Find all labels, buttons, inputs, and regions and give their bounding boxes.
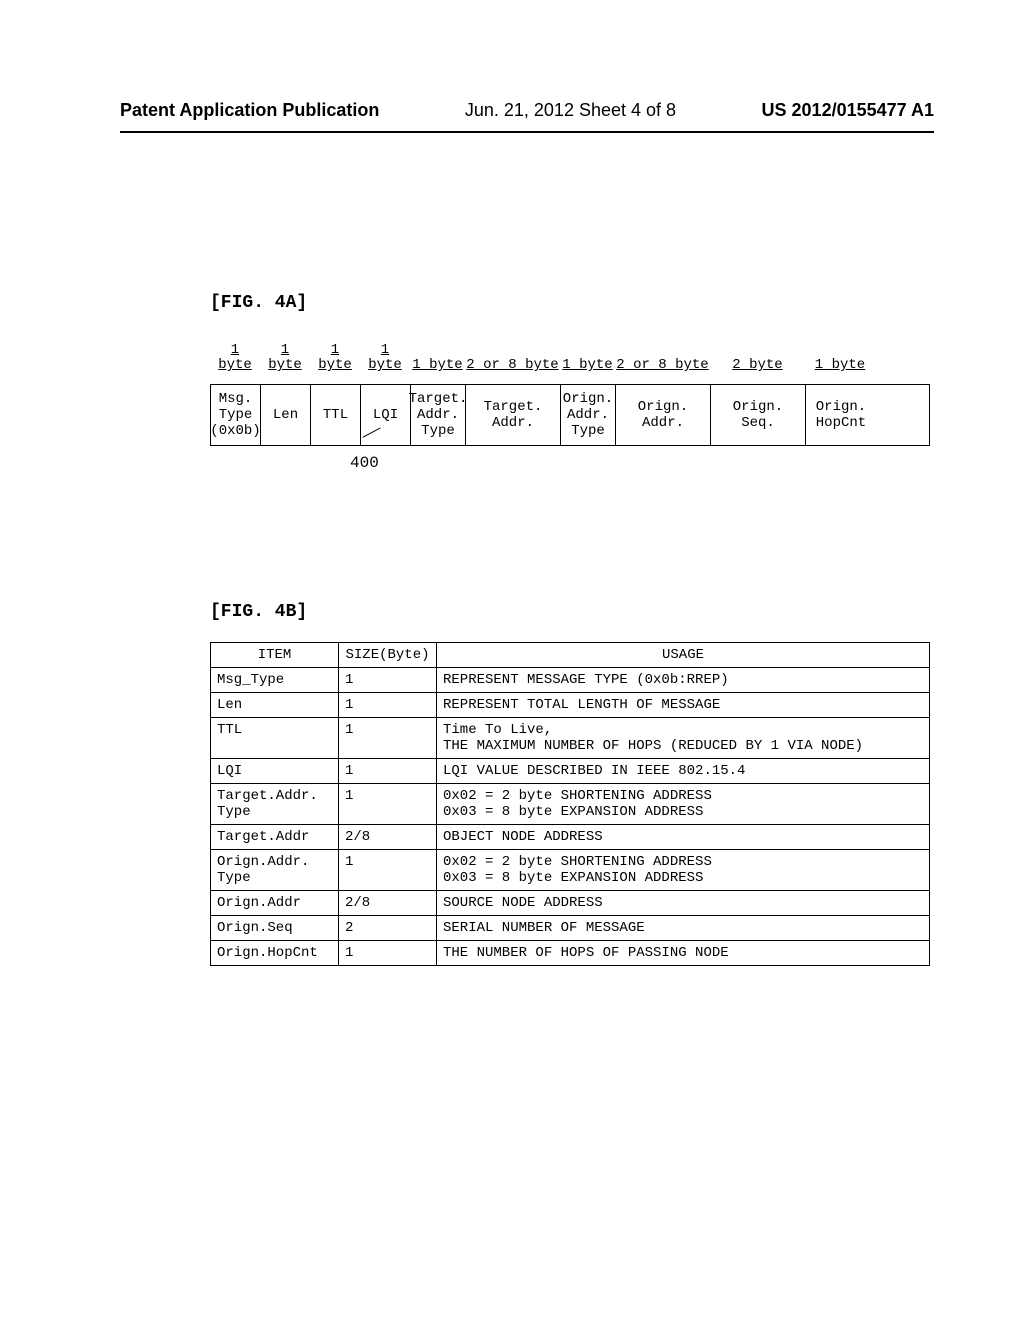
th-size: SIZE(Byte) xyxy=(339,642,437,667)
fig-4a-reference-number: 400 xyxy=(350,454,930,472)
byte-width-7: 2 or 8 byte xyxy=(615,358,710,373)
cell-item: Len xyxy=(211,692,339,717)
cell-item: Orign.HopCnt xyxy=(211,940,339,965)
table-row: Target.Addr. Type10x02 = 2 byte SHORTENI… xyxy=(211,783,930,824)
byte-width-0: 1 byte xyxy=(210,343,260,374)
cell-size: 2/8 xyxy=(339,890,437,915)
cell-size: 1 xyxy=(339,758,437,783)
cell-usage: 0x02 = 2 byte SHORTENING ADDRESS 0x03 = … xyxy=(437,849,930,890)
table-row: Orign.Addr2/8SOURCE NODE ADDRESS xyxy=(211,890,930,915)
cell-item: Target.Addr. Type xyxy=(211,783,339,824)
field-target-addr-type: Target. Addr. Type xyxy=(411,385,466,445)
table-header-row: ITEM SIZE(Byte) USAGE xyxy=(211,642,930,667)
header-center: Jun. 21, 2012 Sheet 4 of 8 xyxy=(379,100,761,121)
cell-usage: Time To Live, THE MAXIMUM NUMBER OF HOPS… xyxy=(437,717,930,758)
spacer xyxy=(210,374,930,384)
table-row: Target.Addr2/8OBJECT NODE ADDRESS xyxy=(211,824,930,849)
cell-usage: SOURCE NODE ADDRESS xyxy=(437,890,930,915)
fig-4b-table: ITEM SIZE(Byte) USAGE Msg_Type1REPRESENT… xyxy=(210,642,930,966)
fig-4b: [FIG. 4B] ITEM SIZE(Byte) USAGE Msg_Type… xyxy=(120,602,934,966)
table-row: LQI1LQI VALUE DESCRIBED IN IEEE 802.15.4 xyxy=(211,758,930,783)
cell-size: 2/8 xyxy=(339,824,437,849)
cell-usage: REPRESENT TOTAL LENGTH OF MESSAGE xyxy=(437,692,930,717)
byte-width-8: 2 byte xyxy=(710,358,805,373)
table-row: Orign.Seq2SERIAL NUMBER OF MESSAGE xyxy=(211,915,930,940)
byte-width-9: 1 byte xyxy=(805,358,875,373)
cell-item: TTL xyxy=(211,717,339,758)
page-header: Patent Application Publication Jun. 21, … xyxy=(120,100,934,121)
cell-size: 2 xyxy=(339,915,437,940)
cell-usage: LQI VALUE DESCRIBED IN IEEE 802.15.4 xyxy=(437,758,930,783)
field-orign-hopcnt: Orign. HopCnt xyxy=(806,385,876,445)
byte-width-5: 2 or 8 byte xyxy=(465,358,560,373)
cell-size: 1 xyxy=(339,692,437,717)
page: Patent Application Publication Jun. 21, … xyxy=(0,0,1024,1320)
header-right: US 2012/0155477 A1 xyxy=(762,100,934,121)
cell-item: LQI xyxy=(211,758,339,783)
cell-item: Orign.Addr. Type xyxy=(211,849,339,890)
byte-width-1: 1 byte xyxy=(260,343,310,374)
byte-width-3: 1 byte xyxy=(360,343,410,374)
cell-usage: THE NUMBER OF HOPS OF PASSING NODE xyxy=(437,940,930,965)
byte-width-2: 1 byte xyxy=(310,343,360,374)
fig-4a-byte-widths: 1 byte 1 byte 1 byte 1 byte 1 byte 2 or … xyxy=(210,343,930,374)
field-ttl: TTL xyxy=(311,385,361,445)
cell-size: 1 xyxy=(339,940,437,965)
table-row: TTL1Time To Live, THE MAXIMUM NUMBER OF … xyxy=(211,717,930,758)
table-row: Orign.HopCnt1THE NUMBER OF HOPS OF PASSI… xyxy=(211,940,930,965)
cell-usage: SERIAL NUMBER OF MESSAGE xyxy=(437,915,930,940)
cell-item: Orign.Addr xyxy=(211,890,339,915)
fig-4b-label: [FIG. 4B] xyxy=(210,602,934,622)
th-usage: USAGE xyxy=(437,642,930,667)
field-len: Len xyxy=(261,385,311,445)
cell-usage: REPRESENT MESSAGE TYPE (0x0b:RREP) xyxy=(437,667,930,692)
header-left: Patent Application Publication xyxy=(120,100,379,121)
fig-4a-label: [FIG. 4A] xyxy=(210,293,934,313)
field-msg-type: Msg. Type (0x0b) xyxy=(211,385,261,445)
table-row: Len1REPRESENT TOTAL LENGTH OF MESSAGE xyxy=(211,692,930,717)
cell-item: Orign.Seq xyxy=(211,915,339,940)
cell-usage: 0x02 = 2 byte SHORTENING ADDRESS 0x03 = … xyxy=(437,783,930,824)
table-row: Msg_Type1REPRESENT MESSAGE TYPE (0x0b:RR… xyxy=(211,667,930,692)
cell-size: 1 xyxy=(339,849,437,890)
field-orign-addr: Orign. Addr. xyxy=(616,385,711,445)
cell-item: Msg_Type xyxy=(211,667,339,692)
field-orign-addr-type: Orign. Addr. Type xyxy=(561,385,616,445)
table-row: Orign.Addr. Type10x02 = 2 byte SHORTENIN… xyxy=(211,849,930,890)
field-orign-seq: Orign. Seq. xyxy=(711,385,806,445)
fig-4a-packet: Msg. Type (0x0b) Len TTL LQI Target. Add… xyxy=(210,384,930,446)
cell-usage: OBJECT NODE ADDRESS xyxy=(437,824,930,849)
byte-width-4: 1 byte xyxy=(410,358,465,373)
fig-4a: 1 byte 1 byte 1 byte 1 byte 1 byte 2 or … xyxy=(210,343,930,472)
cell-item: Target.Addr xyxy=(211,824,339,849)
cell-size: 1 xyxy=(339,667,437,692)
header-divider xyxy=(120,131,934,133)
byte-width-6: 1 byte xyxy=(560,358,615,373)
cell-size: 1 xyxy=(339,783,437,824)
cell-size: 1 xyxy=(339,717,437,758)
field-target-addr: Target. Addr. xyxy=(466,385,561,445)
th-item: ITEM xyxy=(211,642,339,667)
